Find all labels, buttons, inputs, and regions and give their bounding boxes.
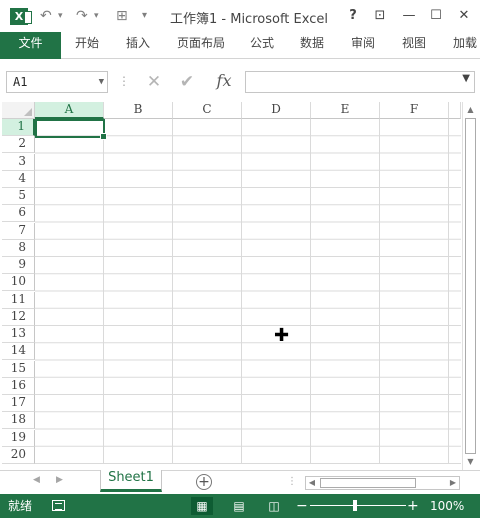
sheet-tab-bar: ◀ ▶ Sheet1 + ⋮ ◀ ▶	[0, 470, 480, 494]
horizontal-scrollbar[interactable]: ◀ ▶	[305, 476, 460, 490]
close-button[interactable]: ✕	[453, 6, 475, 26]
column-header-partial[interactable]	[449, 102, 461, 119]
horizontal-scroll-thumb[interactable]	[320, 478, 416, 488]
vertical-scroll-thumb[interactable]	[465, 118, 476, 454]
next-sheet-icon[interactable]: ▶	[56, 475, 63, 485]
sheet-tab-sheet1[interactable]: Sheet1	[100, 470, 162, 492]
help-button[interactable]: ?	[342, 6, 364, 26]
status-ready: 就绪	[8, 499, 33, 513]
redo-dropdown-icon[interactable]: ▾	[94, 7, 99, 25]
column-header[interactable]: C	[173, 102, 242, 119]
column-header[interactable]: D	[242, 102, 311, 119]
column-header[interactable]: E	[311, 102, 380, 119]
undo-icon[interactable]: ↶	[40, 7, 52, 25]
row-header[interactable]: 7	[2, 222, 35, 240]
tab-data[interactable]: 数据	[300, 32, 324, 58]
row-header[interactable]: 10	[2, 274, 35, 292]
zoom-in-button[interactable]: +	[407, 497, 419, 515]
status-bar: 就绪 ▦ ▤ ◫ − + 100%	[0, 494, 480, 518]
page-break-preview-button[interactable]: ◫	[263, 497, 285, 515]
zoom-slider[interactable]	[310, 505, 406, 506]
row-header[interactable]: 9	[2, 257, 35, 274]
ribbon-collapsed-area	[0, 59, 480, 69]
row-header[interactable]: 3	[2, 153, 35, 171]
macro-record-icon[interactable]	[52, 500, 65, 511]
tab-page-layout[interactable]: 页面布局	[177, 32, 225, 58]
page-layout-view-button[interactable]: ▤	[228, 497, 250, 515]
tab-home[interactable]: 开始	[75, 32, 99, 58]
insert-function-button[interactable]: fx	[210, 71, 238, 93]
name-box[interactable]: A1 ▼	[6, 71, 108, 93]
row-header[interactable]: 5	[2, 188, 35, 205]
row-header[interactable]: 17	[2, 395, 35, 412]
zoom-slider-thumb[interactable]	[353, 500, 357, 511]
ribbon-display-options-button[interactable]: ⊡	[369, 6, 391, 26]
maximize-button[interactable]: ☐	[425, 6, 447, 26]
tab-view[interactable]: 视图	[402, 32, 426, 58]
undo-dropdown-icon[interactable]: ▾	[58, 7, 63, 25]
row-header[interactable]: 20	[2, 446, 35, 464]
scroll-left-icon[interactable]: ◀	[306, 477, 318, 489]
tab-review[interactable]: 审阅	[351, 32, 375, 58]
scroll-up-icon[interactable]: ▲	[463, 103, 478, 117]
name-box-value: A1	[13, 75, 28, 89]
chevron-down-icon[interactable]: ▼	[99, 72, 104, 92]
tab-split-handle-icon[interactable]: ⋮	[287, 476, 297, 487]
row-header[interactable]: 16	[2, 377, 35, 395]
expand-formula-bar-icon[interactable]: ▼	[462, 73, 470, 84]
enter-button[interactable]: ✔	[173, 71, 201, 93]
row-header[interactable]: 19	[2, 429, 35, 447]
cell-area[interactable]	[35, 119, 461, 464]
window-title: 工作簿1 - Microsoft Excel	[170, 12, 328, 27]
tab-insert[interactable]: 插入	[126, 32, 150, 58]
row-header[interactable]: 4	[2, 170, 35, 188]
row-header[interactable]: 6	[2, 205, 35, 223]
vertical-scrollbar[interactable]: ▲ ▼	[462, 102, 478, 470]
title-bar: X ↶ ▾ ↷ ▾ ⊞ ▾ 工作簿1 - Microsoft Excel ? ⊡…	[0, 0, 480, 32]
row-header[interactable]: 18	[2, 412, 35, 430]
borders-icon[interactable]: ⊞	[116, 7, 128, 25]
ribbon-tabs: 文件 开始 插入 页面布局 公式 数据 审阅 视图 加载	[0, 32, 480, 59]
tab-add-ins[interactable]: 加载	[453, 32, 480, 58]
scroll-down-icon[interactable]: ▼	[463, 455, 478, 469]
formula-input[interactable]: ▼	[245, 71, 475, 93]
column-header[interactable]: F	[380, 102, 449, 119]
scroll-right-icon[interactable]: ▶	[447, 477, 459, 489]
add-sheet-button[interactable]: +	[196, 474, 212, 490]
row-header[interactable]: 2	[2, 136, 35, 154]
row-header[interactable]: 12	[2, 308, 35, 326]
drag-handle-icon[interactable]: ⋮	[118, 73, 130, 89]
formula-bar: A1 ▼ ⋮ ✕ ✔ fx ▼	[0, 69, 480, 96]
row-header[interactable]: 1	[2, 119, 35, 136]
column-header[interactable]: B	[104, 102, 173, 119]
normal-view-button[interactable]: ▦	[191, 497, 213, 515]
row-header[interactable]: 8	[2, 239, 35, 257]
minimize-button[interactable]: —	[398, 6, 420, 26]
select-all-button[interactable]	[2, 102, 35, 119]
cell-select-cursor-icon: ✚	[274, 325, 290, 346]
redo-icon[interactable]: ↷	[76, 7, 88, 25]
row-header[interactable]: 15	[2, 360, 35, 378]
tab-file[interactable]: 文件	[0, 32, 61, 59]
zoom-level[interactable]: 100%	[430, 498, 464, 514]
customize-qat-icon[interactable]: ▾	[142, 7, 147, 25]
active-cell[interactable]	[35, 119, 107, 140]
prev-sheet-icon[interactable]: ◀	[33, 475, 40, 485]
row-header[interactable]: 14	[2, 343, 35, 361]
excel-icon[interactable]: X	[10, 8, 32, 25]
cancel-button[interactable]: ✕	[140, 71, 168, 93]
zoom-out-button[interactable]: −	[296, 497, 308, 515]
row-header[interactable]: 11	[2, 291, 35, 309]
tab-formulas[interactable]: 公式	[250, 32, 274, 58]
row-header[interactable]: 13	[2, 326, 35, 343]
column-header[interactable]: A	[35, 102, 104, 119]
